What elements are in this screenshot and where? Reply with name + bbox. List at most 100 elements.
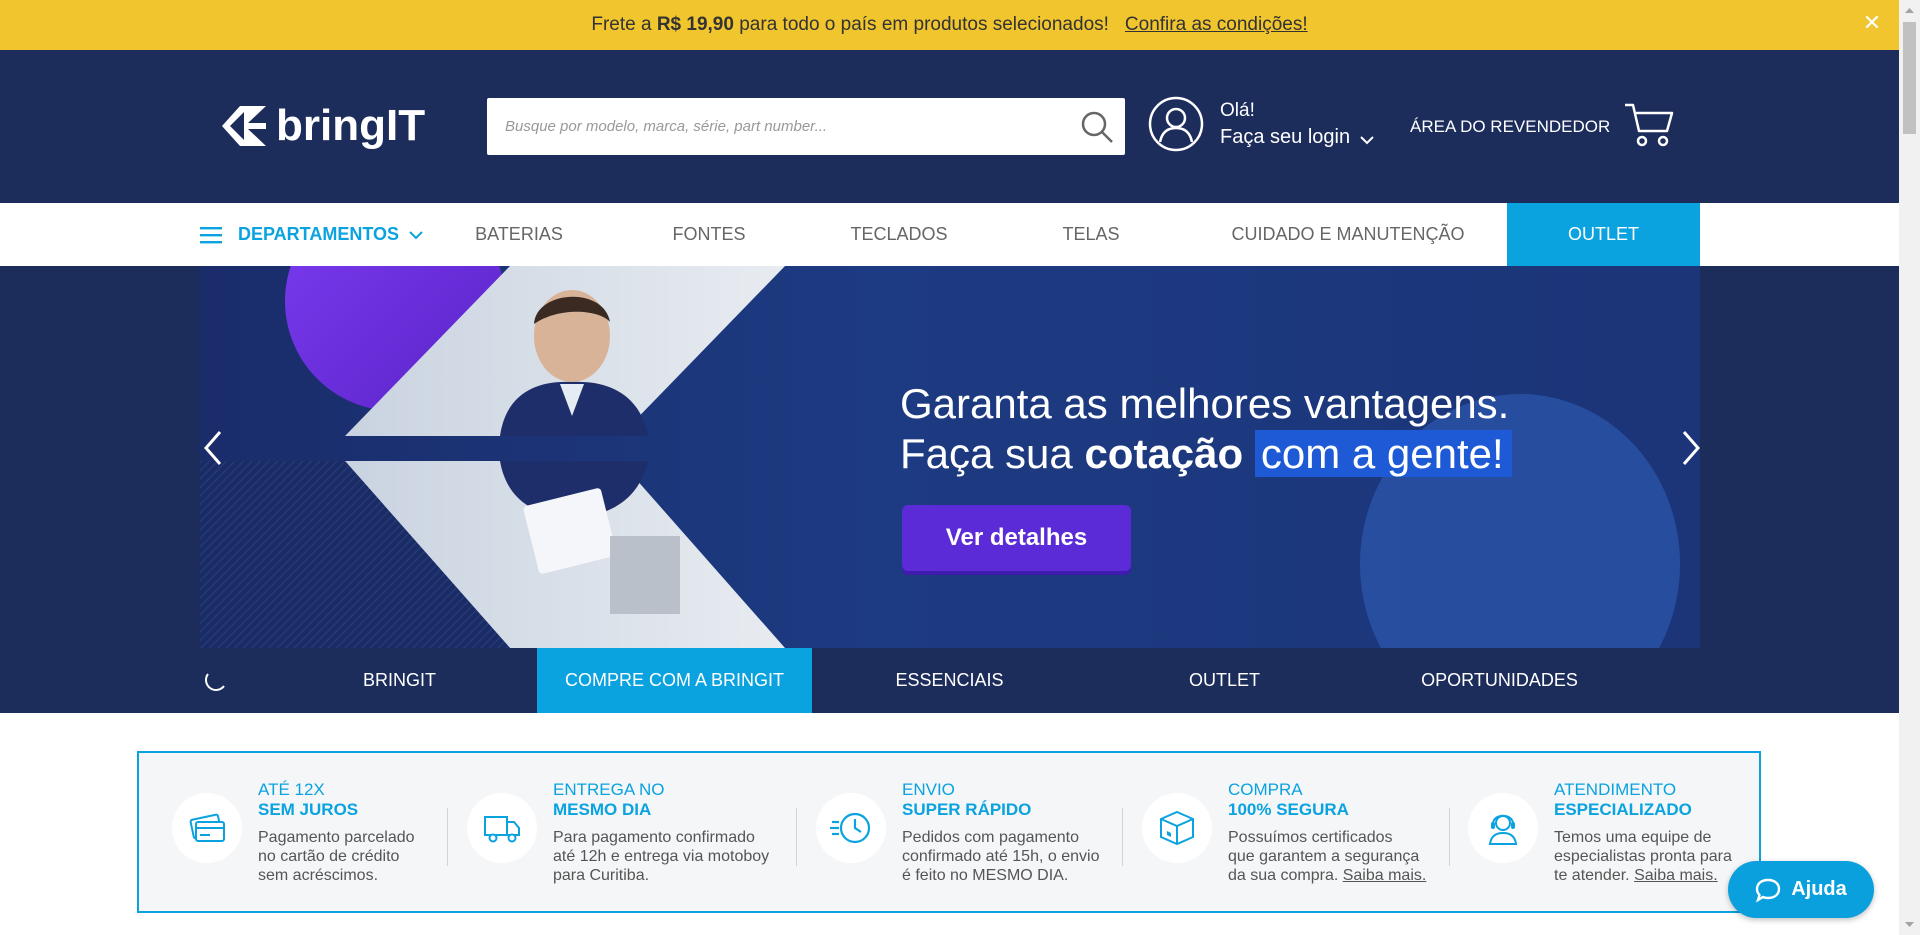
secure-box-icon [1142, 793, 1212, 863]
greeting-text: Olá! [1220, 100, 1255, 121]
benefit-desc-line: Temos uma equipe de [1554, 829, 1712, 846]
tab-essenciais[interactable]: ESSENCIAIS [812, 648, 1087, 713]
benefit-desc-line: que garantem a segurança [1228, 848, 1420, 865]
user-avatar-icon [1148, 96, 1204, 152]
tab-bringit[interactable]: BRINGIT [262, 648, 537, 713]
benefit-title-2: SUPER RÁPIDO [902, 800, 1032, 819]
benefit-desc-line: no cartão de crédito [258, 848, 400, 865]
benefit-desc-line: Possuímos certificados [1228, 829, 1393, 846]
benefit-title-1: ATENDIMENTO [1554, 780, 1677, 799]
scroll-up-icon[interactable] [1904, 5, 1915, 16]
loading-spinner-icon [205, 673, 225, 691]
benefit-desc-line: confirmado até 15h, o envio [902, 848, 1100, 865]
user-login[interactable]: Olá! Faça seu login [1148, 96, 1374, 152]
benefit-title-2: SEM JUROS [258, 800, 359, 819]
scrollbar-thumb[interactable] [1903, 22, 1916, 134]
promo-price: R$ 19,90 [656, 14, 734, 35]
benefit-desc-line: da sua compra. [1228, 867, 1339, 884]
promo-bar: Frete a R$ 19,90 para todo o país em pro… [0, 0, 1899, 50]
delivery-truck-icon [467, 793, 537, 863]
bringit-logo[interactable]: bringIT [222, 101, 425, 151]
search-icon[interactable] [1069, 98, 1125, 155]
benefit-title-1: ENTREGA NO [553, 780, 665, 799]
hamburger-icon [200, 226, 222, 243]
chat-bubble-icon [1756, 878, 1781, 903]
hero-line-2-prefix: Faça sua [900, 430, 1085, 477]
hero-cta-button[interactable]: Ver detalhes [902, 505, 1131, 571]
reseller-area-link[interactable]: ÁREA DO REVENDEDOR [1410, 117, 1610, 137]
tab-compre-com-a-bringit[interactable]: COMPRE COM A BRINGIT [537, 648, 812, 713]
benefit-description: Pedidos com pagamento confirmado até 15h… [902, 828, 1099, 885]
hero-headline: Garanta as melhores vantagens. Faça sua … [900, 379, 1512, 479]
benefit-description: Possuímos certificados que garantem a se… [1228, 828, 1426, 885]
scroll-down-icon[interactable] [1904, 919, 1915, 930]
fast-clock-icon [816, 793, 886, 863]
benefit-description: Para pagamento confirmado até 12h e entr… [553, 828, 769, 885]
benefit-title-2: ESPECIALIZADO [1554, 800, 1692, 819]
carousel-next-icon[interactable] [1676, 428, 1706, 468]
nav-item-baterias[interactable]: BATERIAS [440, 203, 598, 266]
benefit-description: Temos uma equipe de especialistas pronta… [1554, 828, 1732, 885]
benefit-description: Pagamento parcelado no cartão de crédito… [258, 828, 415, 885]
benefit-divider [1122, 808, 1123, 866]
benefit-divider [1449, 808, 1450, 866]
main-nav: DEPARTAMENTOS BATERIAS FONTES TECLADOS T… [0, 203, 1899, 266]
benefits-panel: ATÉ 12X SEM JUROS Pagamento parcelado no… [137, 751, 1761, 913]
search-input[interactable] [487, 98, 1069, 155]
help-chat-button[interactable]: Ajuda [1728, 861, 1874, 918]
departments-menu[interactable]: DEPARTAMENTOS [200, 203, 423, 266]
saiba-mais-link[interactable]: Saiba mais. [1634, 867, 1718, 884]
benefit-desc-line: sem acréscimos. [258, 867, 379, 884]
nav-item-cuidado[interactable]: CUIDADO E MANUTENÇÃO [1220, 203, 1476, 266]
chevron-down-icon [1360, 135, 1374, 144]
benefit-title-1: COMPRA [1228, 780, 1303, 799]
hero-line-2: Faça sua cotação com a gente! [900, 429, 1512, 479]
benefit-title-2: MESMO DIA [553, 800, 652, 819]
search-box [487, 98, 1125, 155]
help-label: Ajuda [1791, 878, 1847, 900]
logo-arrow-icon [222, 106, 266, 146]
credit-card-icon [172, 793, 242, 863]
benefit-installments: ATÉ 12X SEM JUROS Pagamento parcelado no… [172, 753, 415, 911]
benefit-title-2: 100% SEGURA [1228, 800, 1349, 819]
secondary-nav: BRINGIT COMPRE COM A BRINGIT ESSENCIAIS … [0, 648, 1899, 713]
promo-text-suffix: para todo o país em produtos selecionado… [733, 14, 1109, 35]
benefit-desc-line: Pagamento parcelado [258, 829, 415, 846]
benefit-desc-line: é feito no MESMO DIA. [902, 867, 1069, 884]
benefit-secure-purchase: COMPRA 100% SEGURA Possuímos certificado… [1142, 753, 1426, 911]
hero-line-2-bold: cotação [1084, 430, 1244, 477]
nav-item-fontes[interactable]: FONTES [630, 203, 788, 266]
tab-oportunidades[interactable]: OPORTUNIDADES [1362, 648, 1637, 713]
chevron-down-icon [409, 230, 423, 239]
nav-item-teclados[interactable]: TECLADOS [820, 203, 978, 266]
benefit-desc-line: até 12h e entrega via motoboy [553, 848, 770, 865]
logo-text: bringIT [276, 101, 426, 150]
carousel-prev-icon[interactable] [198, 428, 228, 468]
promo-text-prefix: Frete a [591, 14, 657, 35]
hero-line-2-highlight: com a gente! [1254, 430, 1512, 477]
benefit-title-1: ATÉ 12X [258, 780, 325, 799]
support-agent-icon [1468, 793, 1538, 863]
login-link[interactable]: Faça seu login [1220, 124, 1350, 151]
benefit-desc-line: para Curitiba. [553, 867, 650, 884]
departments-label: DEPARTAMENTOS [238, 224, 400, 244]
saiba-mais-link[interactable]: Saiba mais. [1343, 867, 1427, 884]
benefit-title-1: ENVIO [902, 780, 955, 799]
benefit-divider [447, 808, 448, 866]
benefit-specialized-support: ATENDIMENTO ESPECIALIZADO Temos uma equi… [1468, 753, 1732, 911]
benefit-same-day: ENTREGA NO MESMO DIA Para pagamento conf… [467, 753, 769, 911]
benefit-fast-shipping: ENVIO SUPER RÁPIDO Pedidos com pagamento… [816, 753, 1099, 911]
benefit-desc-line: Para pagamento confirmado [553, 829, 755, 846]
promo-conditions-link[interactable]: Confira as condições! [1125, 14, 1308, 36]
nav-item-outlet[interactable]: OUTLET [1507, 203, 1700, 266]
nav-item-telas[interactable]: TELAS [1012, 203, 1170, 266]
close-icon[interactable]: ✕ [1859, 10, 1885, 36]
hero-banner[interactable]: Garanta as melhores vantagens. Faça sua … [200, 266, 1700, 648]
tab-outlet[interactable]: OUTLET [1087, 648, 1362, 713]
benefit-desc-line: especialistas pronta para [1554, 848, 1732, 865]
benefit-desc-line: te atender. [1554, 867, 1630, 884]
cart-icon[interactable] [1623, 101, 1675, 149]
page-scrollbar[interactable] [1899, 0, 1920, 935]
site-header: bringIT Olá! Faça seu login ÁREA DO [0, 50, 1899, 203]
hero-line-1: Garanta as melhores vantagens. [900, 380, 1510, 427]
